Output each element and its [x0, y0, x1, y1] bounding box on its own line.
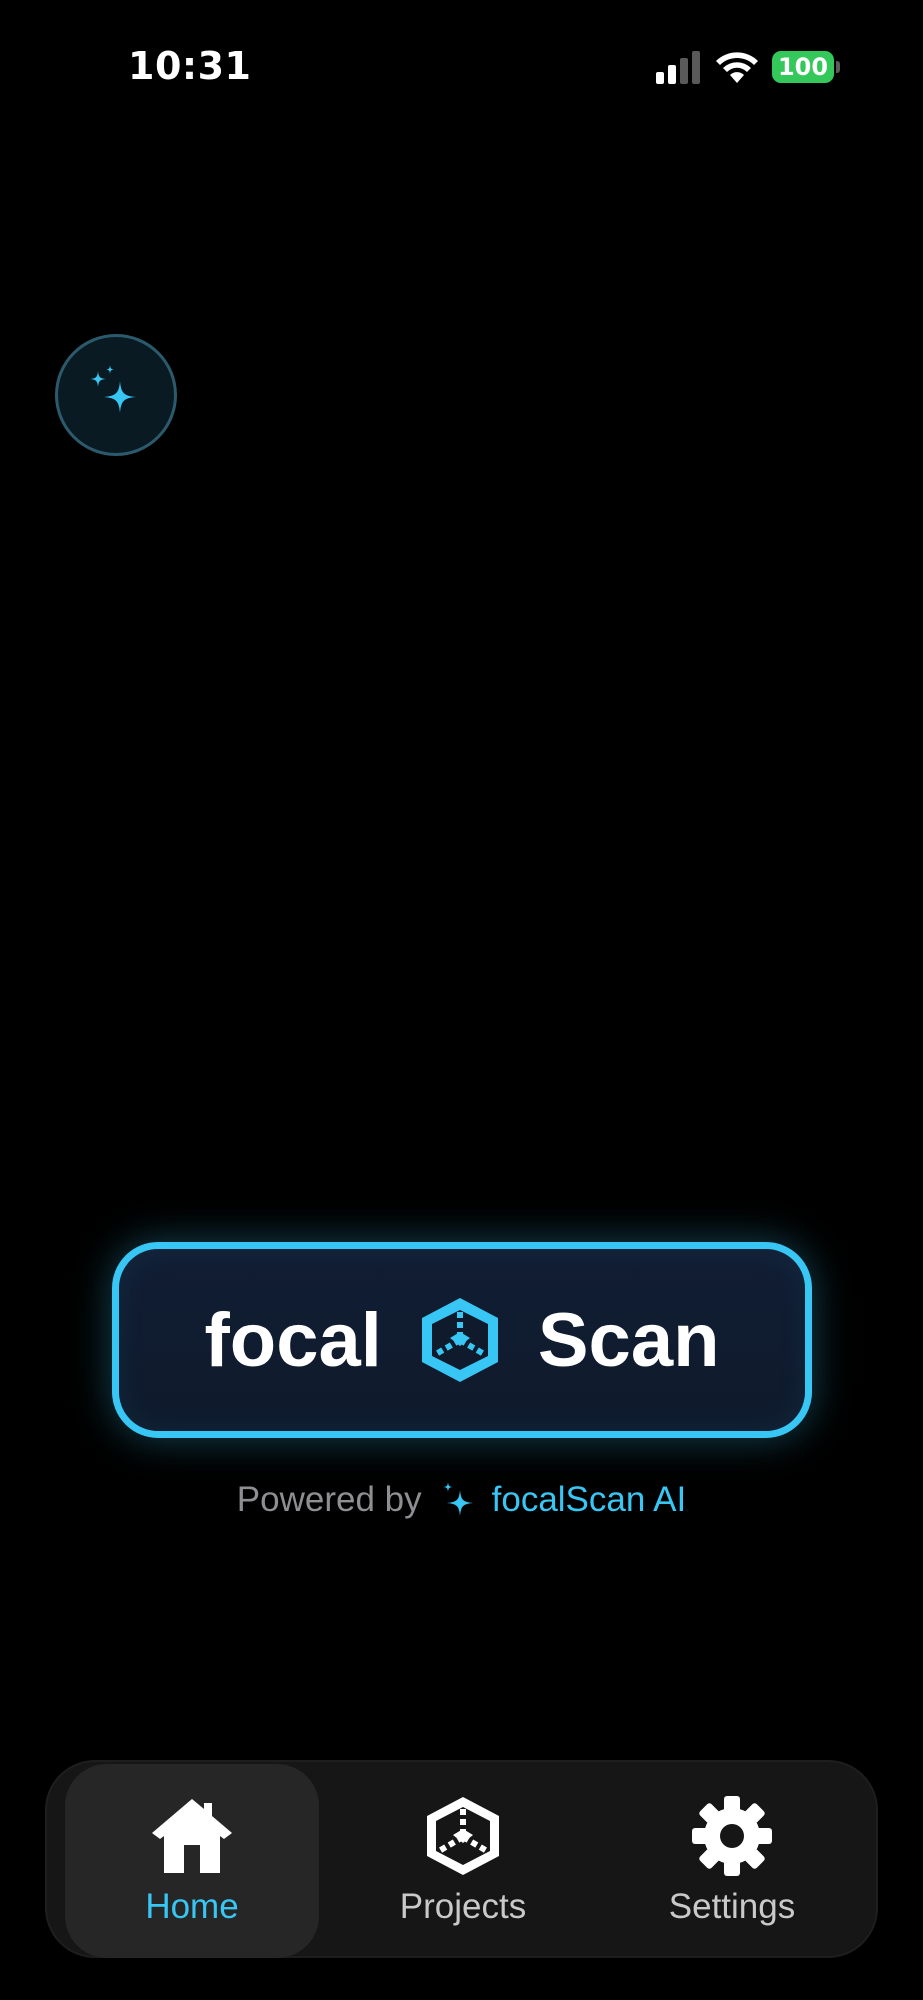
battery-cap — [836, 61, 840, 73]
cube-icon — [427, 1797, 499, 1875]
tab-projects-label: Projects — [399, 1887, 527, 1926]
tab-home[interactable]: Home — [65, 1764, 319, 1958]
tab-settings[interactable]: Settings — [607, 1762, 857, 1960]
tab-projects[interactable]: Projects — [343, 1762, 583, 1960]
tab-settings-label: Settings — [668, 1887, 796, 1926]
cube-icon — [421, 1298, 498, 1382]
powered-by-label: Powered by — [236, 1480, 422, 1519]
wifi-icon — [716, 52, 758, 83]
app-logo-card: focal Scan — [112, 1242, 812, 1438]
signal-icon — [656, 51, 700, 84]
sparkle-icon — [442, 1482, 473, 1516]
logo-word-focal: focal — [204, 1297, 382, 1383]
battery-icon: 100 — [772, 51, 834, 83]
status-bar: 10:31 100 — [0, 0, 923, 140]
status-time: 10:31 — [128, 44, 252, 88]
powered-by: Powered by focalScan AI — [0, 1472, 923, 1528]
tab-bar: Home Projects Settings — [45, 1760, 878, 1958]
powered-by-brand: focalScan AI — [491, 1480, 687, 1519]
gear-icon — [692, 1796, 772, 1876]
home-icon — [152, 1799, 232, 1873]
ai-assistant-button[interactable] — [55, 334, 177, 456]
tab-home-label: Home — [145, 1887, 239, 1926]
sparkles-icon — [90, 365, 136, 413]
logo-word-scan: Scan — [537, 1297, 720, 1383]
